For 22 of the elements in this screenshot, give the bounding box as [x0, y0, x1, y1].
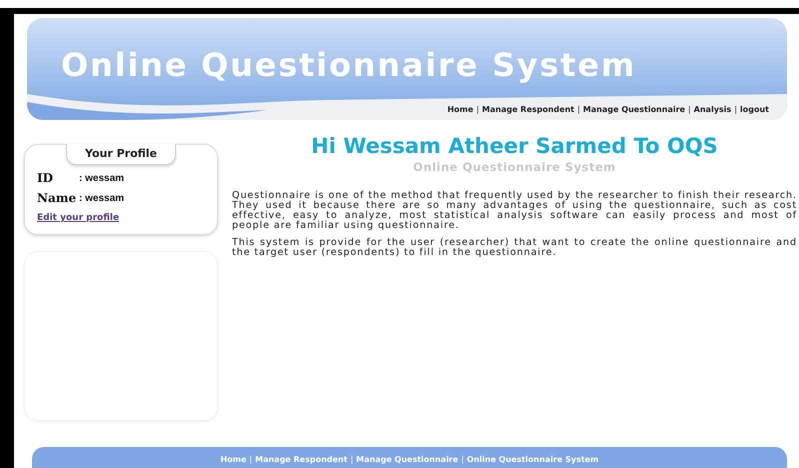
nav-separator: |: [577, 105, 580, 114]
nav-separator: |: [688, 105, 691, 114]
intro-paragraph: Questionnaire is one of the method that frequently used by the researcher to finish their research. They used it because there are so many advantages of using the questionnaire, such as cost effective, easy to analyze, most statistical analysis software can easily process and most of people are familiar using questionnaire.: [232, 191, 797, 231]
nav-link[interactable]: Home: [447, 105, 474, 114]
nav-link[interactable]: logout: [740, 105, 769, 114]
field-value: : wessam: [79, 192, 124, 204]
profile-title: Your Profile: [66, 144, 176, 165]
nav-link[interactable]: Manage Questionnaire: [583, 105, 686, 114]
field-value: : wessam: [79, 172, 124, 184]
nav-separator: |: [461, 454, 464, 464]
edit-profile-link[interactable]: Edit your profile: [37, 213, 120, 223]
site-title: Online Questionnaire System: [61, 46, 636, 84]
nav-separator: |: [734, 105, 738, 114]
welcome-heading: Hi Wessam Atheer Sarmed To OQS: [310, 134, 719, 158]
intro-paragraph: This system is provide for the user (researcher) that want to create the online questionnaire and the target user (respondents) to fill in the questionnaire.: [232, 238, 797, 258]
field-label: Name: [37, 191, 78, 205]
nav-separator: |: [249, 454, 252, 464]
nav-link[interactable]: Analysis: [694, 105, 732, 114]
field-label: ID: [37, 171, 54, 185]
nav-separator: |: [350, 454, 354, 464]
nav-link[interactable]: Manage Respondent: [482, 105, 574, 114]
nav-separator: |: [476, 105, 480, 114]
